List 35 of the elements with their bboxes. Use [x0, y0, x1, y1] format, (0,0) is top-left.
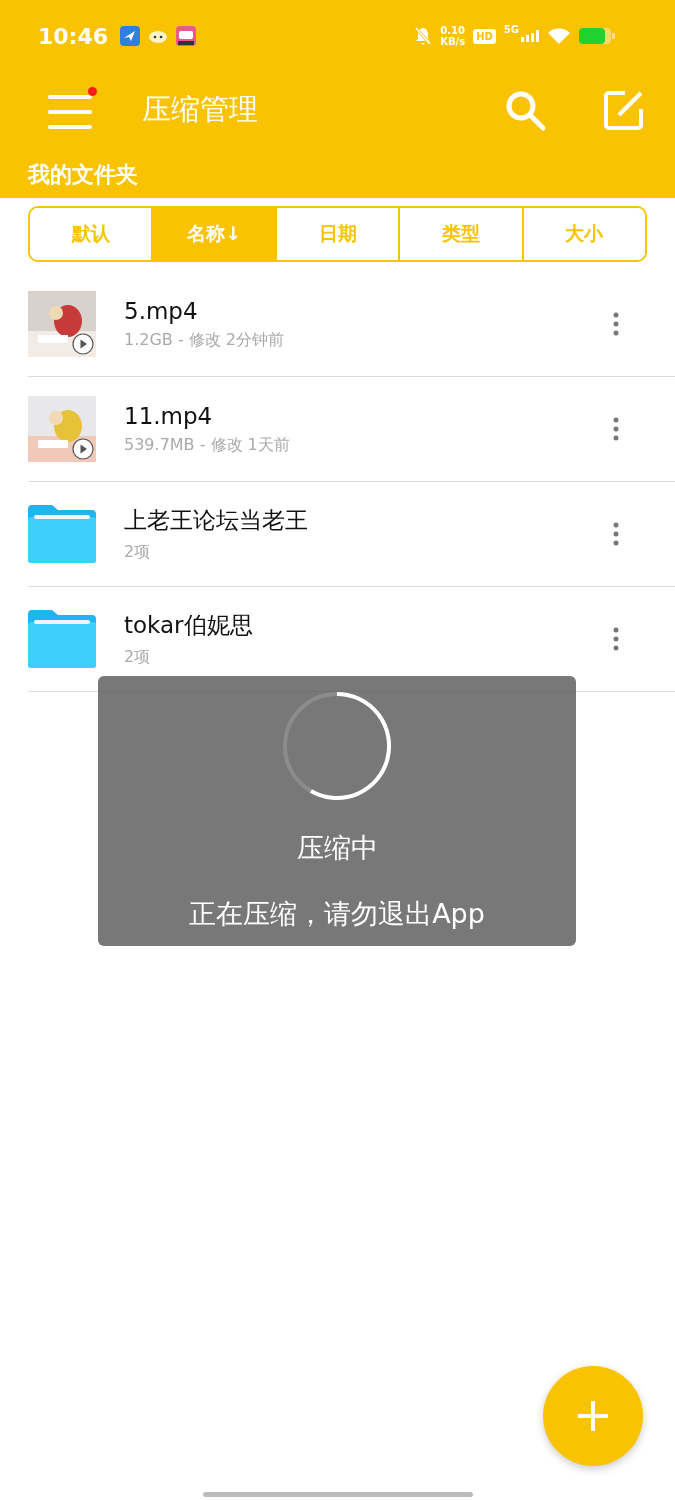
signal-icon — [521, 30, 539, 42]
file-name: 上老王论坛当老王 — [124, 506, 309, 535]
loading-spinner-icon — [281, 690, 393, 802]
dialog-title: 压缩中 — [296, 831, 378, 865]
file-details: 1.2GB - 修改 2分钟前 — [124, 329, 286, 351]
sort-tab[interactable]: 默认 — [30, 208, 154, 260]
file-name: 11.mp4 — [124, 402, 214, 429]
more-options-button[interactable] — [613, 417, 619, 441]
dialog-message: 正在压缩，请勿退出App — [189, 897, 485, 931]
app-title: 压缩管理 — [142, 91, 258, 128]
plus-icon — [578, 1401, 608, 1431]
folder-icon — [28, 505, 96, 563]
play-icon — [72, 333, 94, 355]
file-details: 539.7MB - 修改 1天前 — [124, 434, 291, 456]
network-type: 5G — [503, 24, 519, 35]
folder-icon — [28, 610, 96, 668]
more-options-button[interactable] — [613, 312, 619, 336]
battery-icon — [579, 27, 615, 45]
sort-tab[interactable]: 名称↓ — [153, 208, 277, 260]
net-unit: KB/s — [440, 36, 466, 47]
file-name: tokar伯妮思 — [124, 611, 254, 640]
more-options-button[interactable] — [613, 522, 619, 546]
bird-app-icon — [120, 26, 141, 46]
net-speed: 0.10 — [440, 25, 465, 36]
bell-off-icon — [414, 26, 433, 46]
wifi-icon — [547, 27, 571, 45]
play-icon — [72, 438, 94, 460]
section-title: 我的文件夹 — [0, 148, 675, 198]
hd-badge: HD — [473, 28, 496, 44]
file-details: 2项 — [124, 647, 152, 668]
more-options-button[interactable] — [613, 627, 619, 651]
status-time: 10:46 — [38, 23, 109, 49]
tv-app-icon — [176, 26, 197, 46]
file-details: 2项 — [124, 542, 152, 563]
file-name: 5.mp4 — [124, 297, 199, 324]
